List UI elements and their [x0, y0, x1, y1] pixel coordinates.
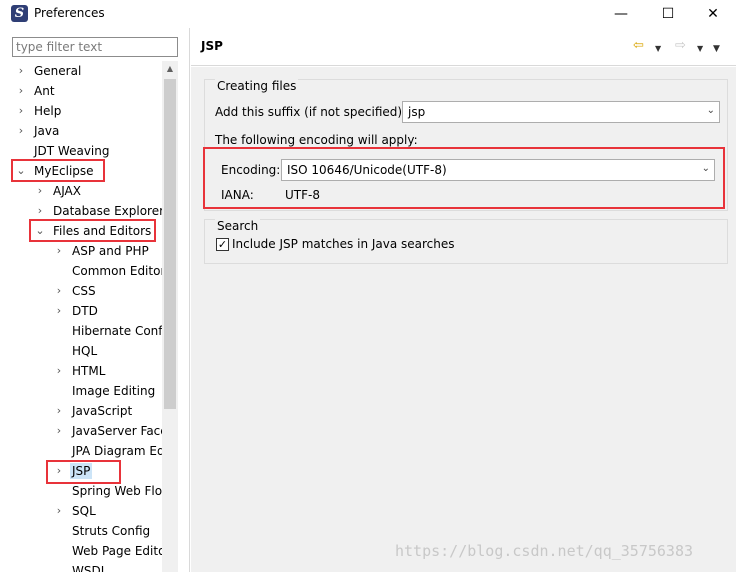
close-button[interactable]: ✕ — [690, 0, 736, 28]
include-jsp-label[interactable]: Include JSP matches in Java searches — [232, 237, 455, 251]
tree-item-label: Ant — [34, 84, 55, 98]
tree-item-label: Database Explorer — [53, 204, 162, 218]
chevron-right-icon[interactable]: › — [52, 283, 66, 299]
tree-item-label: Common Editors — [72, 264, 162, 278]
filter-input[interactable] — [12, 37, 178, 57]
annotation-box-encoding — [203, 147, 725, 209]
preferences-tree: › General › Ant › Help › Java JDT Weaving ⌄ MyEcli… — [12, 61, 162, 572]
tree-item-label: WSDL — [72, 564, 108, 572]
tree-item[interactable]: JDT Weaving — [12, 141, 162, 161]
tree-item-label: DTD — [72, 304, 98, 318]
tree-item-label: General — [34, 64, 82, 78]
tree-item-label: SQL — [72, 504, 96, 518]
watermark: https://blog.csdn.net/qq_35756383 — [395, 542, 694, 560]
annotation-box-myeclipse — [11, 159, 105, 182]
tree-item[interactable]: › ASP and PHP — [12, 241, 162, 261]
creating-files-group-label: Creating files — [215, 79, 299, 93]
tree-item[interactable]: HQL — [12, 341, 162, 361]
tree-item[interactable]: › SQL — [12, 501, 162, 521]
tree-item-label: HTML — [72, 364, 106, 378]
suffix-combo[interactable]: jsp ⌄ — [402, 101, 720, 123]
include-jsp-checkbox[interactable]: ✓ — [216, 238, 229, 251]
tree-item-label: HQL — [72, 344, 98, 358]
tree-item[interactable]: Struts Config — [12, 521, 162, 541]
tree-item[interactable]: Hibernate Config — [12, 321, 162, 341]
page-title: JSP — [201, 39, 223, 53]
tree-item[interactable]: WSDL — [12, 561, 162, 572]
tree-item-label: Struts Config — [72, 524, 151, 538]
tree-item[interactable]: › General — [12, 61, 162, 81]
forward-history-dropdown-icon[interactable]: ▼ — [697, 41, 703, 57]
tree-item[interactable]: JPA Diagram Editor — [12, 441, 162, 461]
tree-item-label: AJAX — [53, 184, 81, 198]
search-group: Search ✓ Include JSP matches in Java sea… — [204, 219, 728, 264]
tree-item[interactable]: › Java — [12, 121, 162, 141]
tree-item-label: JDT Weaving — [34, 144, 110, 158]
scroll-up-arrow-icon[interactable]: ▲ — [162, 61, 178, 77]
tree-item[interactable]: Image Editing — [12, 381, 162, 401]
scroll-thumb[interactable] — [164, 79, 176, 409]
chevron-right-icon[interactable]: › — [52, 423, 66, 439]
tree-item-label: CSS — [72, 284, 96, 298]
myeclipse-app-icon: S — [11, 5, 28, 22]
chevron-right-icon[interactable]: › — [33, 203, 47, 219]
tree-item[interactable]: Spring Web Flow — [12, 481, 162, 501]
preference-page: JSP ⇦ ▼ ⇨ ▼ ▼ Creating files Add this su… — [191, 28, 736, 572]
tree-item-label: Hibernate Config — [72, 324, 162, 338]
tree-item-label: JPA Diagram Editor — [72, 444, 162, 458]
tree-item-label: JavaServer Faces — [72, 424, 162, 438]
back-arrow-icon[interactable]: ⇦ — [633, 38, 644, 54]
back-history-dropdown-icon[interactable]: ▼ — [655, 41, 661, 57]
window-title: Preferences — [34, 6, 105, 20]
tree-item[interactable]: › Ant — [12, 81, 162, 101]
maximize-button[interactable]: ☐ — [645, 0, 691, 28]
chevron-right-icon[interactable]: › — [52, 403, 66, 419]
tree-item[interactable]: Common Editors — [12, 261, 162, 281]
chevron-right-icon[interactable]: › — [52, 503, 66, 519]
tree-item-label: JavaScript — [72, 404, 133, 418]
page-content: Creating files Add this suffix (if not s… — [191, 67, 736, 572]
chevron-right-icon[interactable]: › — [52, 243, 66, 259]
tree-item[interactable]: › JavaScript — [12, 401, 162, 421]
chevron-right-icon[interactable]: › — [52, 303, 66, 319]
tree-item[interactable]: › Help — [12, 101, 162, 121]
chevron-right-icon[interactable]: › — [14, 103, 28, 119]
suffix-value: jsp — [408, 105, 426, 119]
tree-item-label: Image Editing — [72, 384, 156, 398]
view-menu-icon[interactable]: ▼ — [713, 41, 720, 57]
tree-item[interactable]: › Database Explorer — [12, 201, 162, 221]
tree-item[interactable]: › AJAX — [12, 181, 162, 201]
search-group-label: Search — [215, 219, 261, 233]
tree-item-label: Web Page Editor — [72, 544, 162, 558]
tree-item-label: ASP and PHP — [72, 244, 149, 258]
minimize-button[interactable]: — — [598, 0, 644, 28]
encoding-note: The following encoding will apply: — [215, 133, 418, 147]
tree-item-label: Help — [34, 104, 62, 118]
title-bar: S Preferences — ☐ ✕ — [0, 0, 736, 28]
chevron-right-icon[interactable]: › — [52, 363, 66, 379]
chevron-right-icon[interactable]: › — [33, 183, 47, 199]
forward-arrow-icon[interactable]: ⇨ — [675, 38, 686, 54]
tree-scrollbar[interactable]: ▲ — [162, 61, 178, 572]
tree-item[interactable]: Web Page Editor — [12, 541, 162, 561]
annotation-box-jsp — [46, 460, 121, 484]
page-header: JSP ⇦ ▼ ⇨ ▼ ▼ — [191, 28, 736, 66]
tree-item[interactable]: › CSS — [12, 281, 162, 301]
chevron-down-icon: ⌄ — [706, 105, 715, 116]
tree-item[interactable]: › DTD — [12, 301, 162, 321]
annotation-box-files-and-editors — [29, 219, 156, 242]
chevron-right-icon[interactable]: › — [14, 83, 28, 99]
preferences-tree-pane: ›General›Ant›Help›JavaJDT Weaving⌄MyEcli… — [0, 28, 190, 572]
tree-item[interactable]: › HTML — [12, 361, 162, 381]
suffix-label: Add this suffix (if not specified): — [215, 105, 407, 119]
chevron-right-icon[interactable]: › — [14, 63, 28, 79]
tree-item-label: Spring Web Flow — [72, 484, 162, 498]
chevron-right-icon[interactable]: › — [14, 123, 28, 139]
tree-item[interactable]: › JavaServer Faces — [12, 421, 162, 441]
tree-item-label: Java — [34, 124, 60, 138]
